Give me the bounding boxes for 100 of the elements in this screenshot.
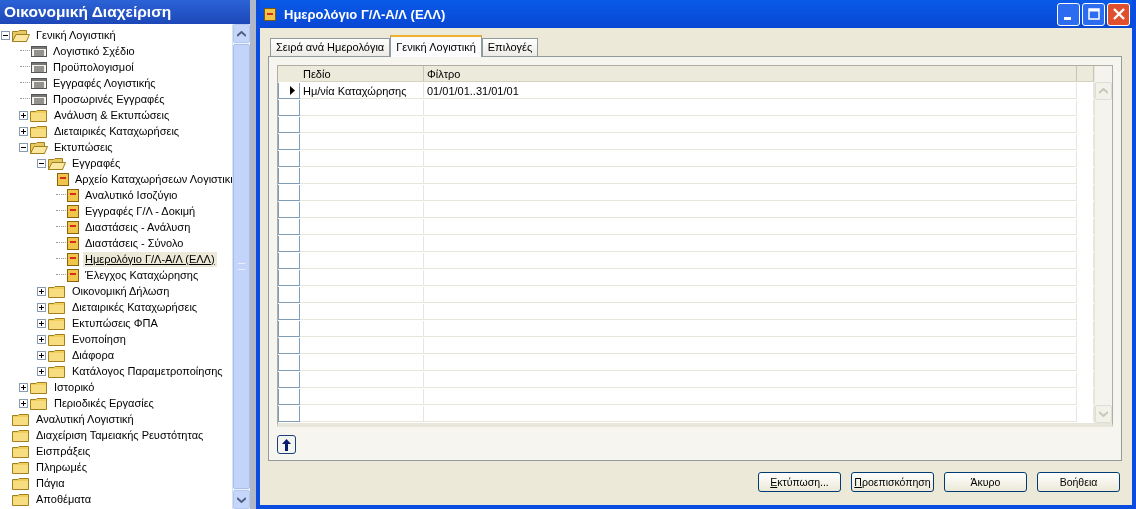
folder-icon — [48, 332, 66, 346]
report-icon — [67, 252, 79, 266]
collapse-icon[interactable] — [1, 30, 10, 40]
tree-item[interactable]: Αναλυτική Λογιστική — [34, 411, 136, 427]
folder-icon — [12, 476, 30, 490]
tree-item[interactable]: Προϋπολογισμοί — [51, 59, 136, 75]
report-icon — [67, 204, 79, 218]
table-icon — [31, 61, 47, 73]
table-icon — [31, 77, 47, 89]
tree-item[interactable]: Διαστάσεις - Ανάλυση — [83, 219, 193, 235]
move-up-button[interactable] — [277, 435, 296, 454]
expand-icon[interactable] — [37, 286, 46, 296]
button[interactable]: Προεπισκόπηση — [851, 472, 934, 492]
expand-icon[interactable] — [19, 398, 28, 408]
column-header[interactable]: Φίλτρο — [424, 66, 1077, 82]
scroll-up-button[interactable] — [233, 24, 250, 43]
scroll-down-button[interactable] — [233, 490, 250, 509]
tree-item[interactable]: Περιοδικές Εργασίες — [52, 395, 156, 411]
folder-icon — [30, 380, 48, 394]
folder-icon — [48, 364, 66, 378]
tab[interactable]: Επιλογές — [481, 38, 539, 56]
tree-item[interactable]: Αρχείο Καταχωρήσεων Λογιστικι — [73, 171, 232, 187]
tree-item[interactable]: Πληρωμές — [34, 459, 89, 475]
close-button[interactable] — [1107, 2, 1130, 26]
tree-item[interactable]: Διαστάσεις - Σύνολο — [83, 235, 186, 251]
expand-icon[interactable] — [37, 350, 46, 360]
tree-item[interactable]: Εκτυπώσεις ΦΠΑ — [70, 315, 160, 331]
tree-item[interactable]: Ημερολόγιο Γ/Λ-Α/Λ (ΕΛΛ) — [83, 251, 217, 267]
tree-item[interactable]: Γενική Λογιστική — [34, 27, 118, 43]
table-icon — [31, 45, 47, 57]
tree-item[interactable]: Διεταιρικές Καταχωρήσεις — [70, 299, 200, 315]
tree-item[interactable]: Πάγια — [34, 475, 67, 491]
tree-item[interactable]: Εγγραφές Γ/Λ - Δοκιμή — [83, 203, 198, 219]
caret-down-icon — [1099, 411, 1108, 417]
tree-item[interactable]: Ενοποίηση — [70, 331, 128, 347]
folder-icon — [12, 460, 30, 474]
open-folder-icon — [30, 140, 48, 154]
table-cell: Ημ/νία Καταχώρησης — [300, 83, 424, 99]
tree-item[interactable]: Εκτυπώσεις — [52, 139, 115, 155]
open-folder-icon — [12, 28, 30, 42]
open-folder-icon — [48, 156, 66, 170]
folder-icon — [48, 300, 66, 314]
maximize-button[interactable] — [1082, 2, 1105, 26]
report-icon — [264, 7, 276, 21]
folder-icon — [48, 348, 66, 362]
scrollbar[interactable] — [232, 24, 250, 509]
pane-title: Οικονομική Διαχείριση — [0, 0, 250, 24]
tree-item[interactable]: Διαχείριση Ταμειακής Ρευστότητας — [34, 427, 206, 443]
close-icon — [1112, 8, 1125, 20]
caret-down-icon — [237, 496, 246, 503]
folder-icon — [30, 124, 48, 138]
folder-icon — [12, 492, 30, 506]
expand-icon[interactable] — [37, 302, 46, 312]
column-header[interactable]: Πεδίο — [300, 66, 424, 82]
current-row-icon — [290, 86, 295, 95]
tab[interactable]: Γενική Λογιστική — [390, 35, 482, 57]
maximize-icon — [1087, 8, 1100, 20]
tree-item[interactable]: Εγγραφές — [70, 155, 123, 171]
tree-item[interactable]: Οικονομική Δήλωση — [70, 283, 172, 299]
report-icon — [67, 188, 79, 202]
tree-item[interactable]: Ιστορικό — [52, 379, 97, 395]
folder-icon — [12, 428, 30, 442]
minimize-icon — [1063, 16, 1071, 20]
row-selector[interactable] — [278, 83, 300, 99]
expand-icon[interactable] — [19, 110, 28, 120]
collapse-icon[interactable] — [37, 158, 46, 168]
expand-icon[interactable] — [37, 366, 46, 376]
tree-item[interactable]: Λογιστικό Σχέδιο — [51, 43, 137, 59]
tree-item[interactable]: Αποθέματα — [34, 491, 94, 507]
button[interactable]: Εκτύπωση... — [758, 472, 841, 492]
folder-icon — [12, 444, 30, 458]
column-header[interactable] — [1077, 66, 1094, 82]
collapse-icon[interactable] — [19, 142, 28, 152]
tree-item[interactable]: Προσωρινές Εγγραφές — [51, 91, 167, 107]
report-icon — [57, 172, 69, 186]
folder-icon — [48, 316, 66, 330]
minimize-button[interactable] — [1057, 2, 1080, 26]
up-arrow-icon — [282, 438, 291, 451]
folder-icon — [30, 108, 48, 122]
caret-up-icon — [237, 30, 246, 37]
folder-icon — [30, 396, 48, 410]
tree-item[interactable]: Αναλυτικό Ισοζύγιο — [83, 187, 180, 203]
folder-icon — [12, 412, 30, 426]
tree-item[interactable]: Διάφορα — [70, 347, 117, 363]
tree-item[interactable]: Κατάλογος Παραμετροποίησης — [70, 363, 225, 379]
expand-icon[interactable] — [19, 382, 28, 392]
table-icon — [31, 93, 47, 105]
expand-icon[interactable] — [19, 126, 28, 136]
tree-item[interactable]: Εγγραφές Λογιστικής — [51, 75, 158, 91]
tree-item[interactable]: Εισπράξεις — [34, 443, 93, 459]
button[interactable]: Βοήθεια — [1037, 472, 1120, 492]
tab[interactable]: Σειρά ανά Ημερολόγια — [270, 38, 391, 56]
expand-icon[interactable] — [37, 334, 46, 344]
caret-up-icon — [1099, 88, 1108, 94]
tree-item[interactable]: Έλεγχος Καταχώρησης — [83, 267, 201, 283]
tree-item[interactable]: Ανάλυση & Εκτυπώσεις — [52, 107, 172, 123]
tree-item[interactable]: Διεταιρικές Καταχωρήσεις — [52, 123, 182, 139]
report-icon — [67, 236, 79, 250]
button[interactable]: Άκυρο — [944, 472, 1027, 492]
expand-icon[interactable] — [37, 318, 46, 328]
